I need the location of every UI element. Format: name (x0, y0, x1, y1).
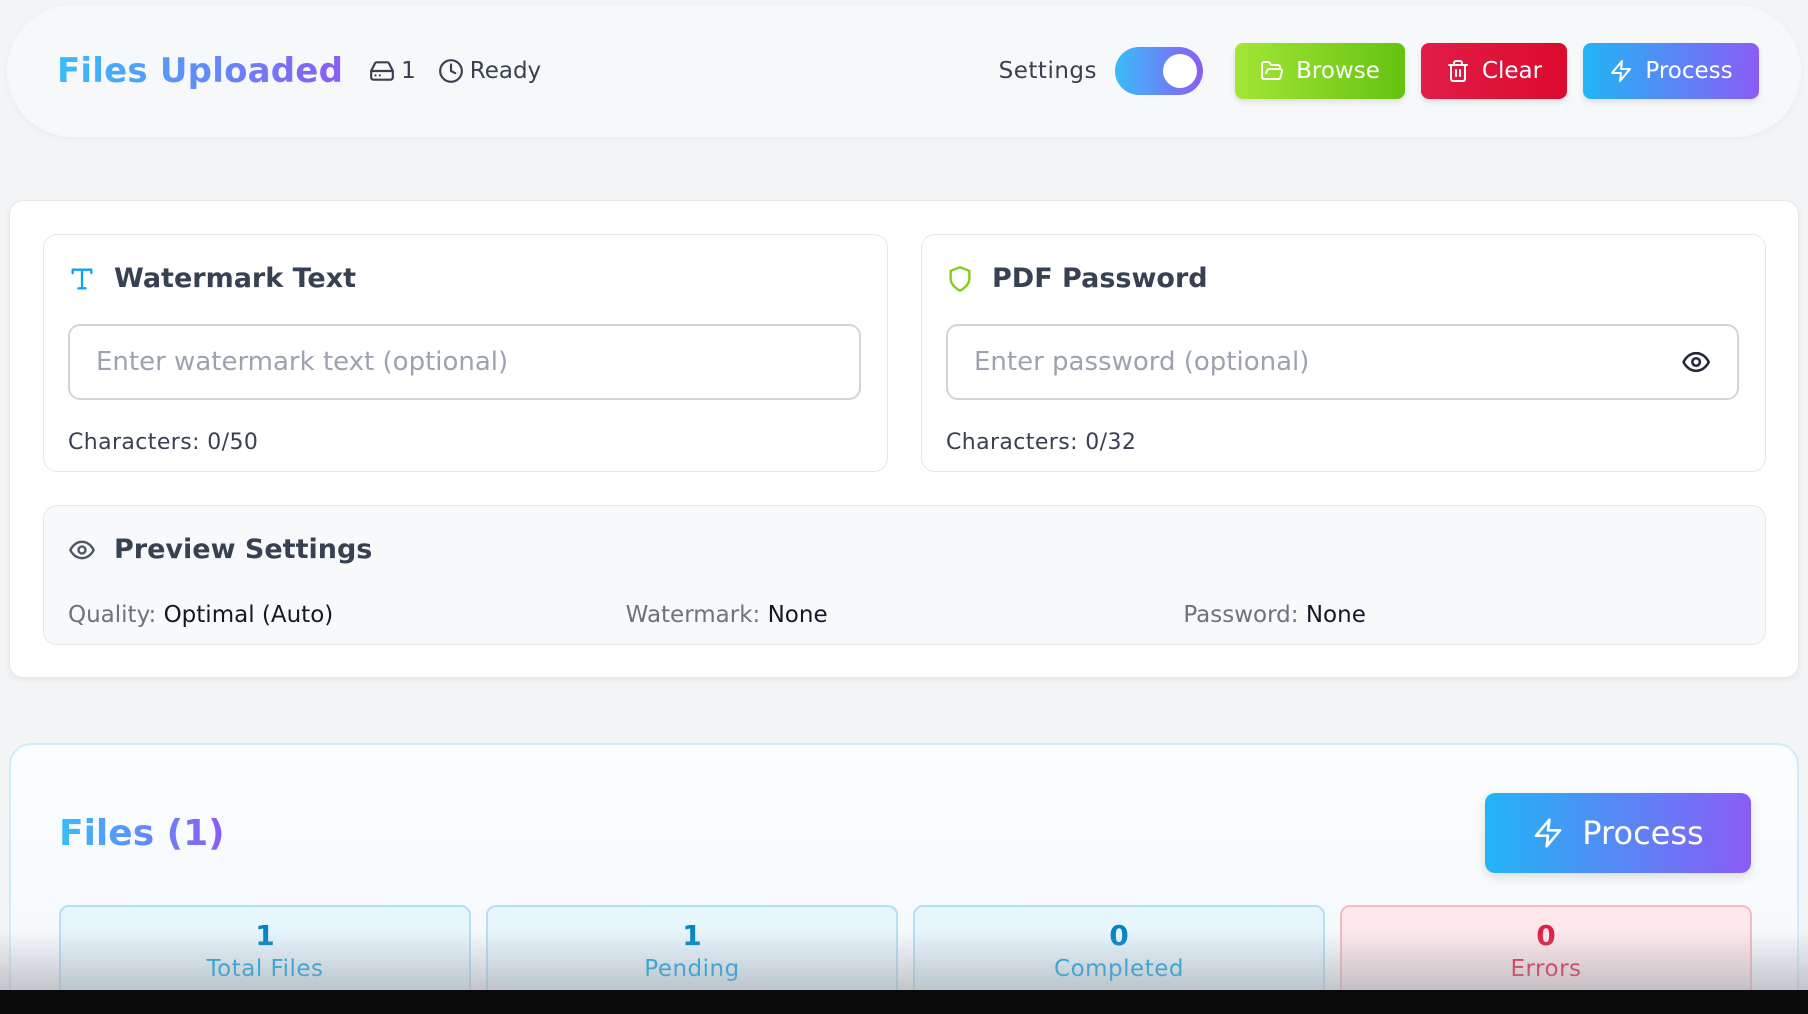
stat-value: 1 (682, 919, 702, 952)
type-icon (71, 268, 93, 289)
file-count-value: 1 (401, 58, 416, 84)
preview-title: Preview Settings (68, 534, 372, 565)
status-text: Ready (469, 58, 542, 84)
shield-icon (949, 265, 971, 292)
watermark-input[interactable] (96, 347, 833, 377)
hard-drive-icon (370, 61, 395, 81)
watermark-section: Watermark Text Characters: 0/50 (43, 234, 888, 472)
watermark-input-wrapper (68, 324, 861, 400)
bottom-bar (0, 990, 1808, 1014)
password-input[interactable] (974, 347, 1671, 377)
eye-icon[interactable] (1681, 346, 1711, 378)
settings-toggle[interactable] (1115, 47, 1203, 95)
password-input-wrapper (946, 324, 1739, 400)
watermark-label: Watermark: (625, 602, 761, 628)
stat-label: Errors (1510, 956, 1582, 982)
password-section: PDF Password Characters: 0/32 (921, 234, 1766, 472)
file-count: 1 (369, 58, 416, 84)
stat-value: 1 (255, 919, 275, 952)
settings-label: Settings (998, 58, 1097, 84)
preview-values: Quality: Optimal (Auto) Watermark: None … (68, 602, 1741, 628)
stat-value: 0 (1109, 919, 1129, 952)
settings-panel: Watermark Text Characters: 0/50 PDF Pass… (9, 200, 1799, 678)
stat-label: Pending (644, 956, 740, 982)
watermark-value: None (767, 602, 828, 628)
preview-password: Password: None (1183, 602, 1741, 628)
clock-icon (438, 59, 463, 83)
clear-button[interactable]: Clear (1421, 43, 1567, 99)
top-header: Files Uploaded 1 Ready Settings Browse C… (7, 5, 1801, 137)
password-value: None (1305, 602, 1366, 628)
password-char-count: Characters: 0/32 (946, 430, 1137, 455)
watermark-char-count: Characters: 0/50 (68, 430, 259, 455)
trash-icon (1447, 60, 1468, 82)
quality-value: Optimal (Auto) (163, 602, 334, 628)
browse-button[interactable]: Browse (1235, 43, 1405, 99)
header-meta: 1 Ready (369, 58, 563, 84)
status-indicator: Ready (438, 58, 541, 84)
preview-watermark: Watermark: None (626, 602, 1184, 628)
browse-label: Browse (1296, 58, 1380, 84)
eye-icon (69, 540, 95, 559)
process-files-label: Process (1582, 814, 1704, 852)
preview-title-text: Preview Settings (114, 534, 373, 565)
preview-section: Preview Settings Quality: Optimal (Auto)… (43, 505, 1766, 645)
zap-icon (1534, 818, 1562, 848)
watermark-title-text: Watermark Text (114, 263, 357, 294)
process-label: Process (1645, 58, 1733, 84)
password-title: PDF Password (946, 263, 1208, 294)
password-label: Password: (1183, 602, 1299, 628)
process-button[interactable]: Process (1583, 43, 1759, 99)
files-panel: Files (1) Process 1 Total Files 1 Pendin… (9, 743, 1799, 1014)
watermark-title: Watermark Text (68, 263, 356, 294)
process-files-button[interactable]: Process (1485, 793, 1751, 873)
stat-label: Completed (1054, 956, 1184, 982)
toggle-knob (1163, 54, 1197, 88)
password-title-text: PDF Password (992, 263, 1208, 294)
stat-value: 0 (1536, 919, 1556, 952)
page-title: Files Uploaded (57, 51, 344, 91)
preview-quality: Quality: Optimal (Auto) (68, 602, 626, 628)
folder-open-icon (1261, 61, 1284, 80)
clear-label: Clear (1481, 58, 1543, 84)
stat-label: Total Files (206, 956, 324, 982)
zap-icon (1611, 60, 1632, 82)
quality-label: Quality: (68, 602, 157, 628)
header-actions: Settings Browse Clear Process (999, 43, 1759, 99)
files-title: Files (1) (59, 813, 225, 854)
